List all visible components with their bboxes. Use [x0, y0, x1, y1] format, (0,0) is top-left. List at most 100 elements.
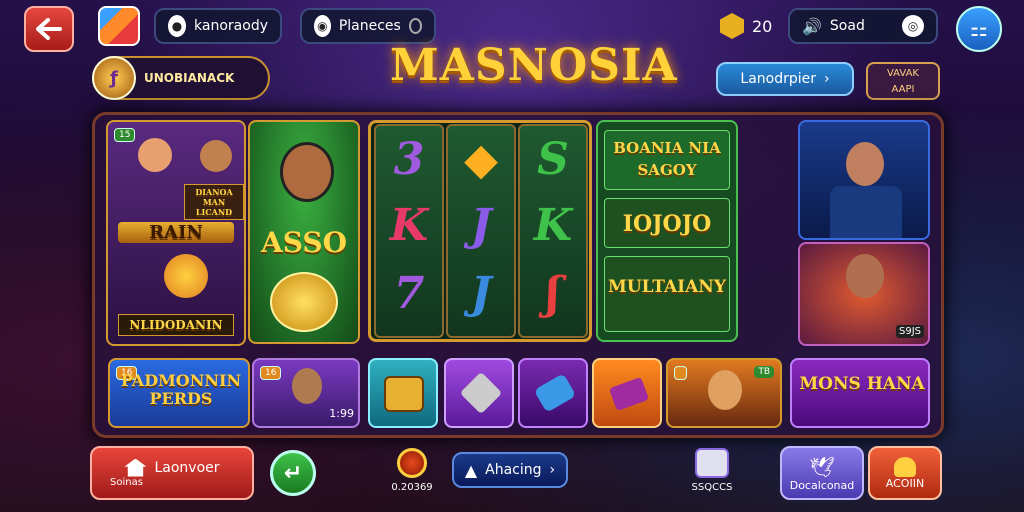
- profile-text: kanoraody: [194, 18, 268, 34]
- location-pin-icon: ●: [168, 15, 187, 37]
- vip-button[interactable]: VAVAK AAPI: [866, 62, 940, 100]
- tile-featured[interactable]: ASSO: [248, 120, 360, 344]
- reel-symbol: S: [537, 134, 569, 185]
- vip-line1: VAVAK: [886, 68, 919, 79]
- girl-badge: TB: [754, 366, 774, 378]
- coin-total: 0.20369: [391, 482, 433, 493]
- reel-symbol: 3: [393, 134, 425, 185]
- home-label: Laonvoer: [154, 459, 220, 476]
- suit-shape: [830, 186, 902, 238]
- panel-mid-label: IOJOJO: [604, 198, 730, 248]
- planet-icon: ◉: [314, 15, 331, 37]
- chest-icon[interactable]: [368, 358, 438, 428]
- tile-girl[interactable]: TB: [666, 358, 782, 428]
- action-button[interactable]: ▲ Ahacing ›: [452, 452, 568, 488]
- back-button[interactable]: [24, 6, 74, 52]
- panel-low-label: MULTAIANY: [604, 256, 730, 332]
- a-icon: ▲: [464, 460, 478, 480]
- home-icon: [124, 458, 147, 477]
- treasure-chest-shape: [384, 376, 424, 412]
- wrench-shape: [459, 371, 503, 415]
- tile-badge: 15: [114, 128, 136, 142]
- back-arrow-icon: [36, 18, 62, 40]
- home-button[interactable]: Laonvoer Soinas: [90, 446, 254, 500]
- reel-symbol: 7: [393, 268, 425, 319]
- gold-coin-icon: [270, 272, 338, 332]
- girl-badge-left: [674, 366, 687, 380]
- nav-label: Lanodrpier: [740, 71, 816, 87]
- character-icon: [846, 142, 884, 186]
- avatar-headphones-icon: [280, 142, 334, 202]
- character-icon: [708, 370, 742, 410]
- home-sub: Soinas: [110, 476, 143, 488]
- nav-button[interactable]: Lanodrpier ›: [716, 62, 854, 96]
- featured-label: ASSO: [261, 226, 347, 259]
- character-icon: [292, 368, 322, 404]
- gem-icon: [720, 13, 744, 39]
- monster-label: MONS HANA: [799, 374, 925, 394]
- hero-value: 1:99: [329, 407, 354, 420]
- coin-counter: 20: [720, 10, 772, 42]
- friends-label: Docalconad: [789, 478, 855, 492]
- reel-column-3: S K ʃ: [518, 124, 588, 338]
- tile-promo[interactable]: 16 PADMONNIN PERDS: [108, 358, 250, 428]
- tile-right-panel[interactable]: BOANIA NIA SAGOY IOJOJO MULTAIANY: [596, 120, 738, 342]
- scores-label: SSQCCS: [691, 482, 733, 493]
- reel-symbol: K: [533, 200, 573, 251]
- account-icon: [894, 456, 916, 477]
- friends-button[interactable]: 🕊 Docalconad: [780, 446, 864, 500]
- game-title: MASNOSIA: [390, 40, 678, 91]
- logo-icon: ƒ: [92, 56, 136, 100]
- dove-icon: 🕊: [809, 454, 835, 479]
- badge-text: UNOBIANACK: [144, 71, 235, 85]
- tile-left-game[interactable]: 15 DIANOA MAN LICAND RAIN NLIDODANIN: [106, 120, 246, 346]
- tile-monster[interactable]: MONS HANA: [790, 358, 930, 428]
- scores-button[interactable]: SSQCCS: [684, 448, 740, 500]
- reel-symbol: K: [389, 200, 429, 251]
- tile-bottom-label: NLIDODANIN: [118, 314, 234, 336]
- tools-icon[interactable]: [444, 358, 514, 428]
- settings-icon[interactable]: ◎: [902, 15, 924, 37]
- refresh-icon: [408, 18, 422, 34]
- reel-column-1: 3 K 7: [374, 124, 444, 338]
- speaker-icon: 🔊: [802, 16, 822, 36]
- coin-icon: [397, 448, 427, 478]
- tile-hero[interactable]: 16 1:99: [252, 358, 360, 428]
- tile-right-bottom[interactable]: S9JS: [798, 242, 930, 346]
- chevron-right-icon: ›: [549, 462, 556, 478]
- tile-rain: RAIN: [118, 222, 234, 243]
- chevron-right-icon: ›: [824, 71, 830, 87]
- coin-pile-icon: [164, 254, 208, 298]
- sound-button[interactable]: 🔊 Soad ◎: [788, 8, 938, 44]
- promo-label: PADMONNIN PERDS: [120, 371, 242, 408]
- reel-column-2: ◆ J J: [446, 124, 516, 338]
- action-label: Ahacing: [485, 462, 542, 478]
- vip-line2: AAPI: [891, 84, 915, 95]
- sound-label: Soad: [829, 18, 865, 34]
- ticket-icon[interactable]: [592, 358, 662, 428]
- menu-icon[interactable]: ⚏: [956, 6, 1002, 52]
- character-icon: [138, 138, 172, 172]
- coin-count: 20: [752, 16, 773, 36]
- tile-right-top[interactable]: [798, 120, 930, 240]
- reel-symbol: ʃ: [545, 268, 561, 319]
- tile-sign: DIANOA MAN LICAND: [184, 184, 244, 220]
- reel-symbol: J: [470, 268, 492, 319]
- account-button[interactable]: ACOIIN: [868, 446, 942, 500]
- panel-top-label: BOANIA NIA SAGOY: [604, 130, 730, 190]
- game-badge[interactable]: ƒ UNOBIANACK: [92, 56, 270, 100]
- profile-button[interactable]: ● kanoraody: [154, 8, 282, 44]
- gem-card-icon[interactable]: [518, 358, 588, 428]
- shield-icon[interactable]: [98, 6, 140, 46]
- side-badge: S9JS: [895, 325, 924, 338]
- scoreboard-icon: [695, 448, 729, 478]
- account-label: ACOIIN: [885, 476, 925, 490]
- green-action-icon[interactable]: ↵: [270, 450, 316, 496]
- coin-total-display: 0.20369: [380, 448, 444, 500]
- reel-symbol: J: [470, 200, 492, 251]
- crystal-shape: [533, 373, 577, 413]
- ticket-shape: [608, 376, 650, 412]
- character-icon: [200, 140, 232, 172]
- planets-button[interactable]: ◉ Planeces: [300, 8, 436, 44]
- hero-badge: 16: [260, 366, 282, 380]
